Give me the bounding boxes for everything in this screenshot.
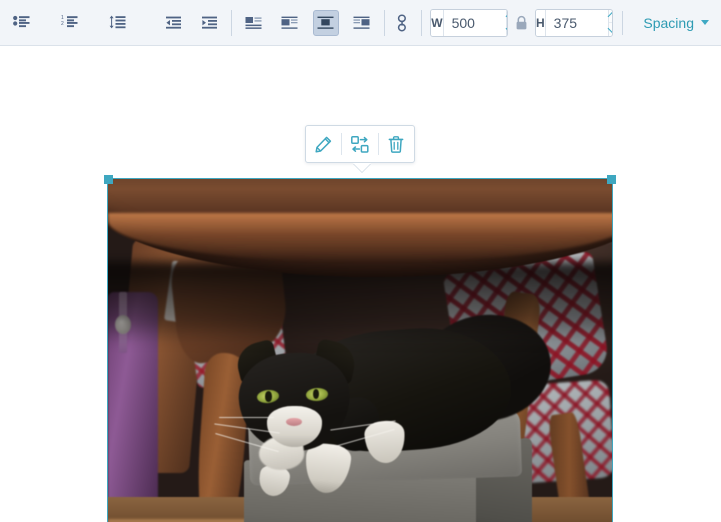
toolbar-group-image-wrap: [241, 9, 375, 36]
image-width-field[interactable]: W: [430, 8, 508, 37]
numbered-list-icon: 1 2: [61, 15, 77, 28]
photo-cat-pupil-left: [265, 391, 272, 402]
width-increment-button[interactable]: [505, 10, 507, 23]
numbered-list-caret[interactable]: [82, 10, 98, 36]
width-label: W: [431, 9, 444, 36]
svg-text:2: 2: [61, 21, 64, 27]
toolbar-group-list-controls: 1 2: [8, 10, 222, 36]
increase-indent-icon: [201, 16, 217, 29]
height-increment-button[interactable]: [607, 10, 612, 23]
chevron-down-icon: [700, 20, 709, 25]
chevron-down-icon: [505, 23, 507, 34]
pencil-icon: [315, 136, 332, 153]
image-context-toolbar: [305, 125, 415, 163]
lock-icon: [516, 15, 527, 29]
link-button[interactable]: [393, 10, 411, 36]
wrap-inline-right-button[interactable]: [349, 10, 375, 36]
resize-handle-top-left[interactable]: [104, 175, 113, 184]
line-height-icon: [109, 15, 125, 29]
photo-cat-nose: [286, 417, 302, 426]
bulleted-list-icon: [12, 15, 29, 28]
edit-image-button[interactable]: [306, 126, 341, 162]
toolbar-separator: [231, 9, 232, 36]
toolbar-separator: [383, 9, 385, 36]
image-height-field[interactable]: H: [534, 8, 613, 37]
decrease-indent-button[interactable]: [160, 10, 186, 36]
height-spinner[interactable]: [607, 9, 612, 36]
numbered-list-button[interactable]: 1 2: [56, 10, 82, 36]
trash-icon: [388, 135, 404, 153]
height-input[interactable]: [545, 9, 608, 36]
chevron-up-icon: [607, 11, 612, 22]
toolbar-separator: [621, 10, 623, 35]
replace-image-button[interactable]: [342, 126, 377, 162]
link-icon: [398, 13, 407, 31]
align-center-break-button[interactable]: [312, 9, 339, 36]
increase-indent-button[interactable]: [196, 10, 222, 36]
spacing-dropdown-button[interactable]: Spacing: [639, 11, 713, 35]
replace-image-icon: [351, 135, 369, 153]
chevron-down-icon: [607, 23, 612, 34]
cat-photo[interactable]: [108, 179, 612, 522]
selected-image-wrapper[interactable]: [104, 175, 616, 522]
line-height-button[interactable]: [104, 10, 130, 36]
photo-cat-whisker: [218, 417, 275, 419]
align-center-break-icon: [317, 16, 334, 29]
line-height-caret[interactable]: [130, 10, 146, 36]
height-decrement-button[interactable]: [607, 22, 612, 36]
delete-image-button[interactable]: [379, 126, 414, 162]
toolbar-separator: [420, 9, 422, 36]
chevron-up-icon: [505, 11, 507, 22]
wrap-inline-right-icon: [353, 16, 370, 29]
resize-handle-top-right[interactable]: [607, 175, 616, 184]
width-decrement-button[interactable]: [505, 22, 507, 36]
wrap-left-button[interactable]: [241, 10, 267, 36]
editor-canvas[interactable]: [0, 46, 721, 522]
wrap-inline-left-icon: [281, 16, 298, 29]
wrap-inline-left-button[interactable]: [277, 10, 303, 36]
wrap-left-icon: [245, 16, 262, 29]
width-spinner[interactable]: [505, 9, 507, 36]
width-input[interactable]: [443, 9, 506, 36]
bulleted-list-button[interactable]: [8, 10, 34, 36]
spacing-label: Spacing: [643, 14, 694, 31]
lock-aspect-ratio-button[interactable]: [515, 15, 528, 31]
height-label: H: [535, 9, 546, 36]
editor-toolbar: 1 2 W 500 H 375 Spacing: [0, 0, 721, 46]
bulleted-list-caret[interactable]: [34, 10, 50, 36]
decrease-indent-icon: [165, 16, 181, 29]
